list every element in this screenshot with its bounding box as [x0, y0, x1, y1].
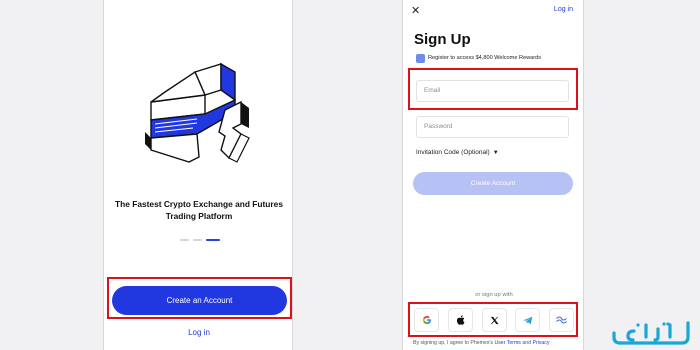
terms-prefix: By signing up, I agree to Phemex's [413, 340, 494, 346]
terms-and: and [522, 340, 531, 346]
top-login-link[interactable]: Log in [554, 6, 573, 13]
email-field[interactable]: Email [416, 80, 569, 102]
sign-up-screen: ✕ Log in Sign Up Register to access $4,8… [402, 0, 584, 350]
tagline: The Fastest Crypto Exchange and Futures … [110, 198, 288, 222]
page-indicator [180, 239, 220, 242]
arrow-illustration [145, 62, 250, 163]
telegram-icon [523, 316, 532, 324]
page-dot-active [206, 239, 220, 241]
telegram-login-button[interactable] [515, 308, 541, 332]
x-login-button[interactable] [481, 308, 507, 332]
invitation-code-toggle[interactable]: Invitation Code (Optional) ▼ [416, 149, 499, 156]
google-icon [422, 316, 431, 324]
promo-text: Register to access $4,800 Welcome Reward… [428, 55, 542, 61]
close-icon[interactable]: ✕ [411, 4, 420, 17]
screenshot-stage: The Fastest Crypto Exchange and Futures … [0, 0, 700, 350]
watermark-logo [612, 321, 690, 345]
caret-down-icon: ▼ [492, 150, 499, 156]
tagline-line-2: Trading Platform [165, 211, 233, 221]
onboarding-screen: The Fastest Crypto Exchange and Futures … [103, 0, 293, 350]
invitation-code-label: Invitation Code (Optional) [416, 149, 490, 156]
google-login-button[interactable] [414, 308, 439, 332]
privacy-link[interactable]: Privacy [532, 340, 549, 346]
page-dot [193, 239, 202, 241]
apple-login-button[interactable] [447, 308, 473, 332]
tagline-line-1: The Fastest Crypto Exchange and Futures [115, 199, 283, 209]
wallet-login-button[interactable] [549, 308, 574, 332]
x-icon [490, 316, 499, 324]
user-terms-link[interactable]: User Terms [494, 340, 520, 346]
apple-icon [456, 315, 465, 325]
password-field[interactable]: Password [416, 116, 569, 138]
social-login-row [414, 308, 574, 332]
page-title: Sign Up [414, 31, 471, 48]
terms-text: By signing up, I agree to Phemex's User … [413, 340, 583, 346]
page-dot [180, 239, 189, 241]
wallet-icon [556, 316, 567, 324]
create-account-button[interactable]: Create an Account [112, 286, 287, 315]
gift-icon [416, 53, 425, 63]
promo-banner[interactable]: Register to access $4,800 Welcome Reward… [416, 53, 541, 63]
login-link[interactable]: Log in [104, 328, 294, 337]
or-sign-up-with: or sign up with [475, 292, 513, 298]
create-account-button[interactable]: Create Account [413, 172, 573, 195]
